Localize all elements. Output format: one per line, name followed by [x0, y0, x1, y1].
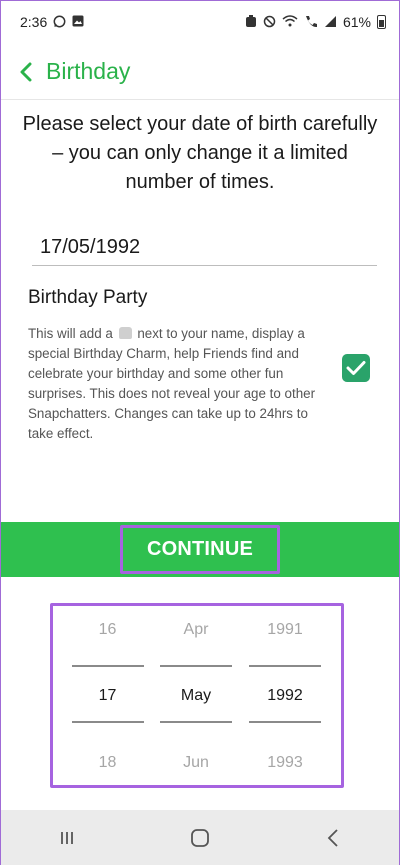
gallery-icon — [72, 15, 84, 29]
mute-icon — [263, 15, 276, 30]
recent-apps-icon[interactable] — [47, 818, 87, 858]
status-bar: 2:36 61% — [0, 0, 400, 44]
date-picker[interactable]: 16 17 18 Apr May Jun 1991 1992 1993 — [50, 603, 344, 788]
page-title: Birthday — [46, 58, 131, 84]
day-divider-top — [72, 665, 144, 667]
day-divider-bottom — [72, 721, 144, 723]
year-divider-bottom — [249, 721, 321, 723]
system-nav-bar — [0, 810, 400, 865]
month-prev[interactable]: Apr — [160, 621, 232, 639]
birthdate-value: 17/05/1992 — [40, 236, 141, 258]
checkmark-icon — [346, 361, 366, 375]
birthdate-field[interactable]: 17/05/1992 — [32, 230, 377, 266]
alarm-icon — [245, 14, 257, 30]
signal-icon — [324, 15, 337, 30]
day-next[interactable]: 18 — [70, 754, 145, 772]
year-divider-top — [249, 665, 321, 667]
description-part-1: This will add a — [28, 326, 113, 341]
app-header: Birthday — [0, 44, 400, 100]
call-icon — [304, 15, 318, 30]
birthday-party-checkbox[interactable] — [342, 354, 370, 382]
description-part-2: next to your name, display a special Bir… — [28, 326, 316, 441]
month-column[interactable]: Apr May Jun — [160, 606, 232, 786]
month-selected[interactable]: May — [160, 687, 232, 705]
day-selected[interactable]: 17 — [70, 687, 145, 705]
battery-icon — [377, 15, 386, 29]
year-prev[interactable]: 1991 — [249, 621, 321, 639]
status-time: 2:36 — [20, 14, 48, 30]
month-next[interactable]: Jun — [160, 754, 232, 772]
month-divider-bottom — [160, 721, 232, 723]
wifi-icon — [282, 15, 298, 29]
day-prev[interactable]: 16 — [70, 621, 145, 639]
birthday-party-description: This will add a next to your name, displ… — [28, 324, 328, 444]
home-icon[interactable] — [180, 818, 220, 858]
day-column[interactable]: 16 17 18 — [70, 606, 145, 786]
whatsapp-icon — [53, 15, 66, 30]
continue-button[interactable]: CONTINUE — [120, 525, 280, 574]
year-column[interactable]: 1991 1992 1993 — [249, 606, 321, 786]
year-next[interactable]: 1993 — [249, 754, 321, 772]
chevron-left-icon[interactable] — [14, 60, 38, 84]
birthday-party-title: Birthday Party — [28, 287, 148, 308]
back-nav-icon[interactable] — [313, 818, 353, 858]
year-selected[interactable]: 1992 — [249, 687, 321, 705]
cake-icon — [118, 327, 132, 339]
battery-percent: 61% — [342, 14, 371, 30]
month-divider-top — [160, 665, 232, 667]
intro-text: Please select your date of birth careful… — [22, 113, 378, 193]
